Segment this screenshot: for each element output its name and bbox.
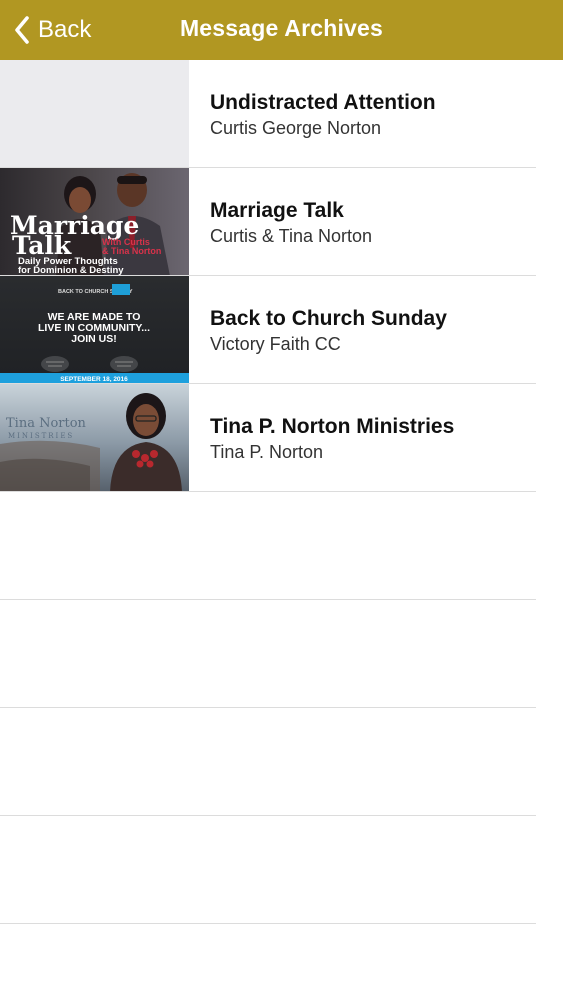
item-subtitle: Curtis & Tina Norton bbox=[210, 226, 373, 246]
item-title: Tina P. Norton Ministries bbox=[210, 415, 455, 438]
thumb-text-date: SEPTEMBER 18, 2016 bbox=[60, 376, 128, 383]
list-item[interactable]: BACK TO CHURCH SUNDAY WE ARE MADE TO LIV… bbox=[0, 276, 563, 384]
thumbnail-back-to-church: BACK TO CHURCH SUNDAY WE ARE MADE TO LIV… bbox=[0, 276, 189, 384]
item-subtitle: Victory Faith CC bbox=[210, 334, 341, 354]
thumb-text-name: Tina Norton bbox=[6, 416, 87, 431]
nav-bar: Back Message Archives bbox=[0, 0, 563, 60]
marriage-talk-artwork: Marriage Talk With Curtis & Tina Norton … bbox=[10, 173, 170, 276]
item-title: Undistracted Attention bbox=[210, 91, 436, 114]
thumbnail-marriage-talk: Marriage Talk With Curtis & Tina Norton … bbox=[0, 168, 189, 276]
list-item[interactable]: Tina Norton MINISTRIES Tina P. Norton Mi… bbox=[0, 384, 563, 492]
list-item[interactable]: Undistracted Attention Curtis George Nor… bbox=[0, 60, 563, 168]
list-item[interactable]: Marriage Talk With Curtis & Tina Norton … bbox=[0, 168, 563, 276]
item-title: Back to Church Sunday bbox=[210, 307, 447, 330]
empty-row bbox=[0, 600, 563, 708]
item-title: Marriage Talk bbox=[210, 199, 344, 222]
thumb-text-line3: JOIN US! bbox=[71, 333, 117, 345]
tina-norton-artwork: Tina Norton MINISTRIES bbox=[0, 393, 182, 492]
empty-row bbox=[0, 816, 563, 924]
page-title: Message Archives bbox=[179, 15, 384, 41]
empty-row bbox=[0, 708, 563, 816]
thumbnail-tina-norton: Tina Norton MINISTRIES bbox=[0, 384, 189, 492]
divider bbox=[0, 923, 536, 924]
thumb-text-ministries: MINISTRIES bbox=[8, 432, 74, 440]
empty-row bbox=[0, 492, 563, 600]
item-subtitle: Curtis George Norton bbox=[210, 118, 382, 138]
item-subtitle: Tina P. Norton bbox=[210, 442, 324, 462]
archive-list: Undistracted Attention Curtis George Nor… bbox=[0, 60, 563, 924]
thumbnail-placeholder bbox=[0, 60, 189, 168]
back-to-church-artwork: BACK TO CHURCH SUNDAY WE ARE MADE TO LIV… bbox=[0, 284, 189, 384]
thumb-text-names: & Tina Norton bbox=[102, 246, 161, 256]
